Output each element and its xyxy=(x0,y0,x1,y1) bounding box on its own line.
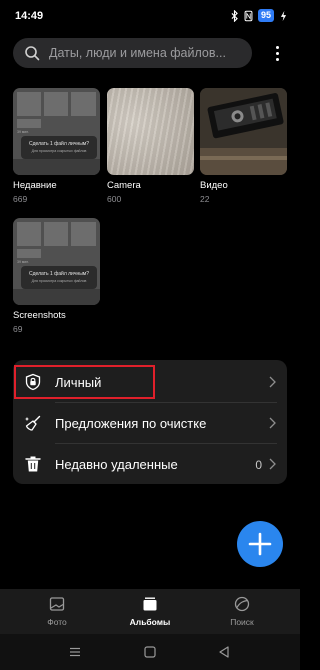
bottom-nav: Фото Альбомы Поиск xyxy=(0,589,300,634)
menu-item-label: Личный xyxy=(55,375,102,390)
explore-icon xyxy=(234,596,250,612)
status-icons: 95 xyxy=(230,9,288,22)
thumbnail-time-label: 39 мин. xyxy=(17,130,30,134)
system-nav-bar xyxy=(0,634,300,670)
lock-icon xyxy=(25,373,41,391)
status-time: 14:49 xyxy=(15,10,44,22)
album-thumbnail: 39 мин. Сделать 1 файл личным? Для просм… xyxy=(13,88,100,175)
thumbnail-popup: Сделать 1 файл личным? Для просмотра сок… xyxy=(21,266,97,289)
album-name: Screenshots xyxy=(13,310,66,321)
album-name: Недавние xyxy=(13,180,57,191)
nav-label: Поиск xyxy=(230,617,254,627)
status-bar: 14:49 95 xyxy=(0,0,300,28)
menu-item-private[interactable]: Личный xyxy=(13,362,287,402)
album-video[interactable]: Видео 22 xyxy=(200,88,287,204)
menu-item-label: Предложения по очистке xyxy=(55,416,207,431)
menu-icon[interactable] xyxy=(68,645,82,659)
chevron-right-icon xyxy=(269,376,276,388)
search-icon xyxy=(25,46,40,61)
popup-title: Сделать 1 файл личным? xyxy=(28,141,90,147)
home-icon[interactable] xyxy=(143,645,157,659)
menu-item-label: Недавно удаленные xyxy=(55,457,178,472)
album-name: Camera xyxy=(107,180,141,191)
thumbnail-popup: Сделать 1 файл личным? Для просмотра сок… xyxy=(21,136,97,159)
nav-tab-search[interactable]: Поиск xyxy=(207,596,277,627)
photos-icon xyxy=(49,597,65,611)
bluetooth-icon xyxy=(231,9,238,22)
nav-label: Альбомы xyxy=(129,617,171,627)
nfc-icon xyxy=(244,10,253,21)
trash-icon xyxy=(25,456,41,472)
menu-item-cleanup[interactable]: Предложения по очистке xyxy=(13,403,287,443)
popup-subtitle: Для просмотра сокрытых файлов xyxy=(31,149,87,153)
battery-level: 95 xyxy=(257,9,274,22)
albums-icon xyxy=(143,597,157,611)
album-count: 22 xyxy=(200,194,210,204)
back-icon[interactable] xyxy=(217,645,231,659)
broom-icon xyxy=(24,415,41,431)
more-dot xyxy=(275,45,279,49)
popup-title: Сделать 1 файл личным? xyxy=(28,271,90,277)
thumbnail-time-label: 39 мин. xyxy=(17,260,30,264)
nav-tab-photos[interactable]: Фото xyxy=(22,596,92,627)
album-count: 69 xyxy=(13,324,23,334)
search-input[interactable]: Даты, люди и имена файлов... xyxy=(49,46,226,60)
album-recent[interactable]: 39 мин. Сделать 1 файл личным? Для просм… xyxy=(13,88,100,204)
album-thumbnail: 39 мин. Сделать 1 файл личным? Для просм… xyxy=(13,218,100,305)
nav-tab-albums[interactable]: Альбомы xyxy=(115,596,185,627)
album-count: 669 xyxy=(13,194,28,204)
album-screenshots[interactable]: 39 мин. Сделать 1 файл личным? Для просм… xyxy=(13,218,100,334)
utilities-card: Личный Предложения по очистке Недавно уд… xyxy=(13,360,287,484)
more-dot xyxy=(275,57,279,61)
search-bar[interactable]: Даты, люди и имена файлов... xyxy=(13,38,252,68)
more-options-button[interactable] xyxy=(270,40,284,66)
album-thumbnail xyxy=(107,88,194,175)
menu-item-recently-deleted[interactable]: Недавно удаленные 0 xyxy=(13,444,287,484)
plus-icon xyxy=(248,532,272,556)
charging-icon xyxy=(280,10,287,21)
nav-label: Фото xyxy=(47,617,67,627)
popup-subtitle: Для просмотра сокрытых файлов xyxy=(31,279,87,283)
album-camera[interactable]: Camera 600 xyxy=(107,88,194,204)
album-name: Видео xyxy=(200,180,228,191)
chevron-right-icon xyxy=(269,417,276,429)
album-count: 600 xyxy=(107,194,122,204)
menu-item-count: 0 xyxy=(255,458,262,472)
album-thumbnail xyxy=(200,88,287,175)
add-album-button[interactable] xyxy=(237,521,283,567)
chevron-right-icon xyxy=(269,458,276,470)
more-dot xyxy=(275,51,279,55)
